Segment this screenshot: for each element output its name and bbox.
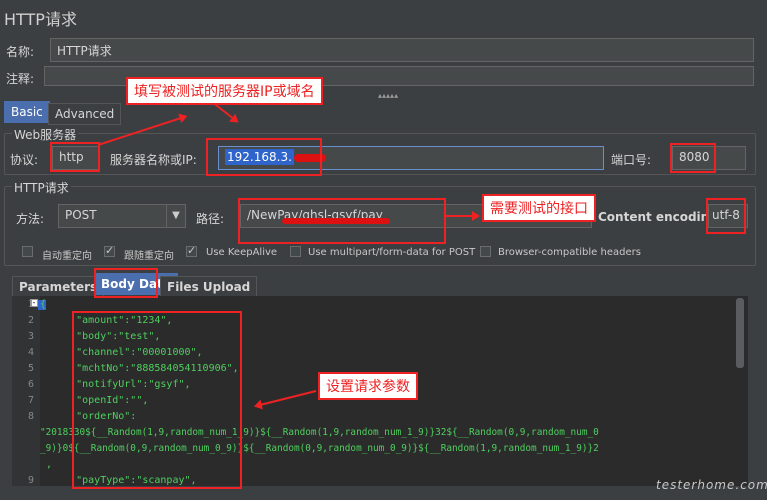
tab-advanced[interactable]: Advanced xyxy=(48,103,122,125)
method-value: POST xyxy=(65,208,97,222)
path-label: 路径: xyxy=(196,212,225,226)
line-number: 5 xyxy=(27,363,34,374)
checkbox-label: Use multipart/form-data for POST xyxy=(308,247,476,258)
checkbox-label: Browser-compatible headers xyxy=(498,247,641,258)
http-request-title: HTTP请求 xyxy=(12,179,71,196)
checkbox-keepalive[interactable] xyxy=(186,244,197,257)
name-label: 名称: xyxy=(6,45,35,59)
annotation-params: 设置请求参数 xyxy=(318,372,418,400)
line-number: 4 xyxy=(27,347,34,358)
line-number: 7 xyxy=(27,395,34,406)
encoding-label: Content encoding: xyxy=(598,210,723,224)
protocol-label: 协议: xyxy=(10,153,39,167)
checkbox-auto-redirect[interactable] xyxy=(22,246,33,257)
highlight-port xyxy=(670,143,716,173)
checkbox-label: 自动重定向 xyxy=(42,251,92,262)
method-label: 方法: xyxy=(16,212,45,226)
code-line: { xyxy=(40,299,47,310)
checkbox-label: Use KeepAlive xyxy=(206,247,278,258)
tab-parameters[interactable]: Parameters xyxy=(12,276,105,298)
checkbox-follow-redirect[interactable] xyxy=(104,244,115,257)
chevron-down-icon[interactable]: ▼ xyxy=(166,205,185,227)
page-title: HTTP请求 xyxy=(4,10,77,29)
highlight-body-data-tab xyxy=(94,268,158,298)
splitter-grip-icon[interactable]: ▴▴▴▴▴ xyxy=(378,91,398,100)
line-number: 9 xyxy=(27,475,34,486)
line-number: 2 xyxy=(27,315,34,326)
highlight-server xyxy=(206,138,322,176)
server-label: 服务器名称或IP: xyxy=(110,153,197,167)
comment-label: 注释: xyxy=(6,72,35,86)
highlight-protocol xyxy=(50,142,100,172)
arrow-icon xyxy=(446,211,480,221)
line-number: 3 xyxy=(27,331,34,342)
highlight-params xyxy=(72,311,242,489)
highlight-encoding xyxy=(706,198,746,234)
tab-files-upload[interactable]: Files Upload xyxy=(160,276,258,298)
annotation-interface: 需要测试的接口 xyxy=(482,194,596,222)
checkbox-browser-compatible[interactable] xyxy=(480,246,491,257)
line-number: 6 xyxy=(27,379,34,390)
port-label: 端口号: xyxy=(611,153,652,167)
checkbox-multipart[interactable] xyxy=(290,246,301,257)
watermark: testerhome.com xyxy=(656,478,767,492)
name-input[interactable]: HTTP请求 xyxy=(50,38,754,62)
highlight-path xyxy=(238,198,446,244)
checkbox-label: 跟随重定向 xyxy=(124,251,174,262)
line-number: 1 xyxy=(27,299,34,310)
web-server-title: Web服务器 xyxy=(12,126,79,143)
line-number: 8 xyxy=(27,411,34,422)
annotation-server: 填写被测试的服务器IP或域名 xyxy=(126,77,323,105)
code-line: , xyxy=(40,459,53,470)
editor-scrollbar[interactable] xyxy=(736,298,744,368)
tab-basic[interactable]: Basic xyxy=(4,101,50,123)
